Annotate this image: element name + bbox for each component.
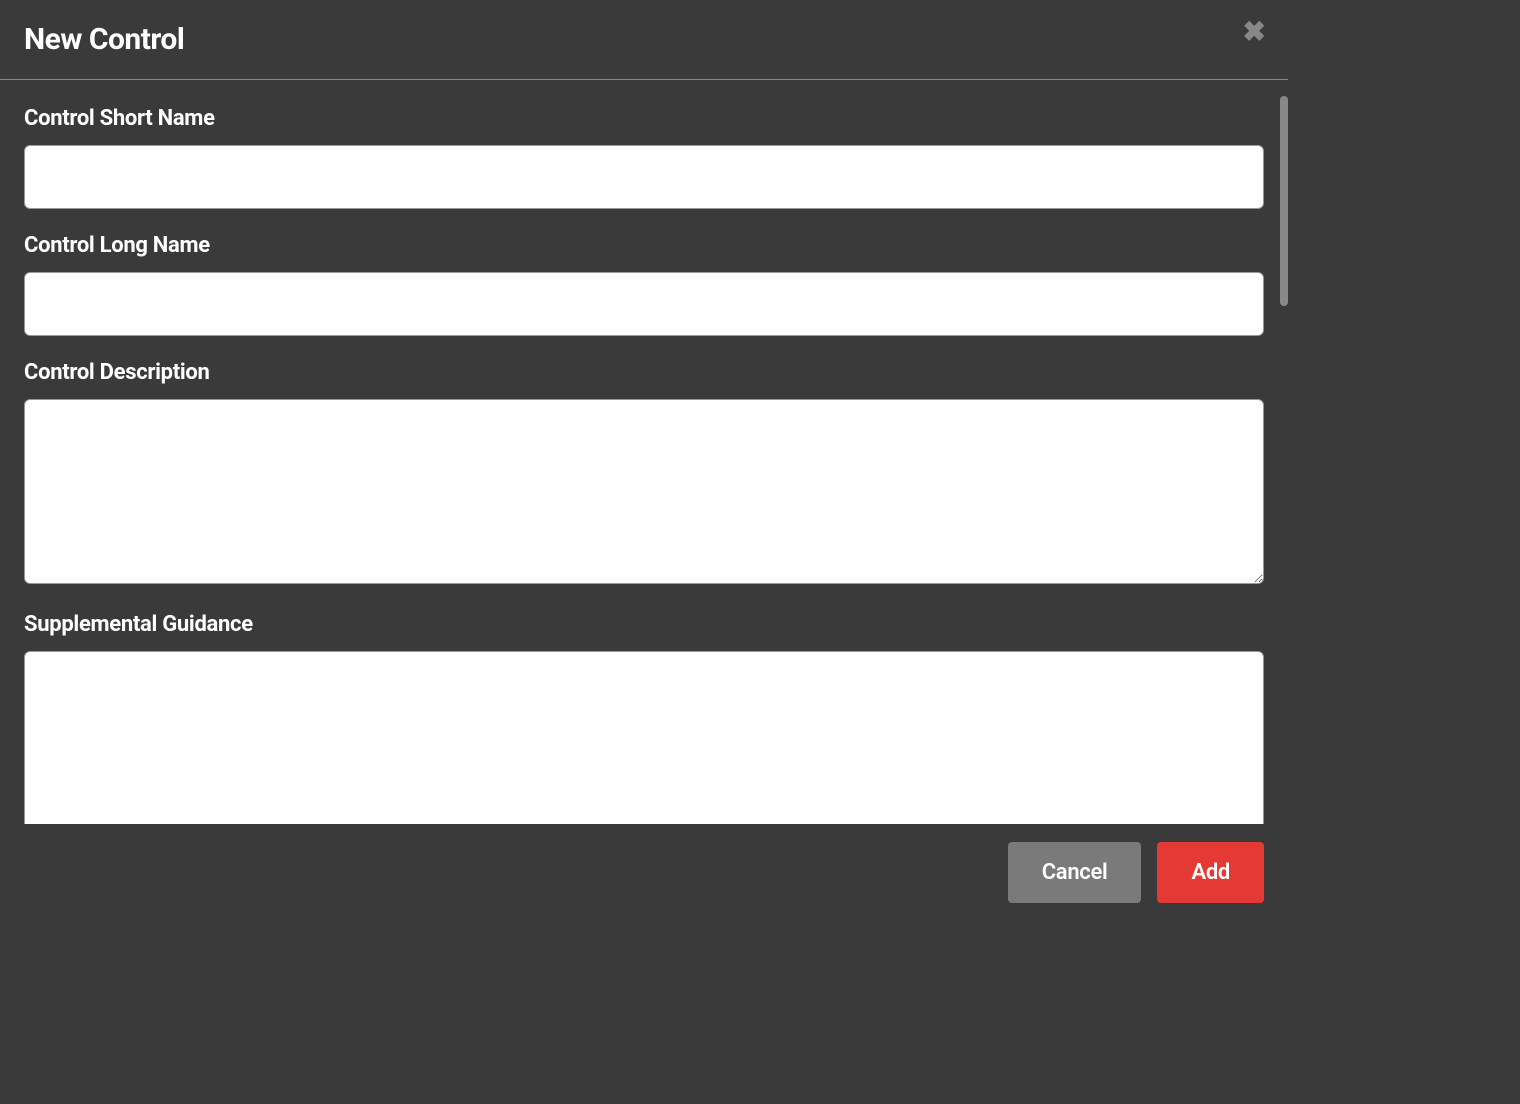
supplemental-textarea[interactable]: [24, 651, 1264, 824]
close-icon: ✖: [1243, 16, 1266, 47]
modal-body: Control Short Name Control Long Name Con…: [0, 80, 1288, 824]
modal-footer: Cancel Add: [0, 824, 1288, 921]
long-name-label: Control Long Name: [24, 233, 1264, 258]
close-button[interactable]: ✖: [1239, 14, 1270, 50]
modal-header: New Control ✖: [0, 0, 1288, 80]
short-name-input[interactable]: [24, 145, 1264, 209]
modal-body-viewport: Control Short Name Control Long Name Con…: [0, 80, 1288, 824]
form-group-short-name: Control Short Name: [24, 106, 1264, 209]
cancel-button[interactable]: Cancel: [1008, 842, 1142, 903]
description-label: Control Description: [24, 360, 1264, 385]
supplemental-label: Supplemental Guidance: [24, 612, 1264, 637]
long-name-input[interactable]: [24, 272, 1264, 336]
description-textarea[interactable]: [24, 399, 1264, 584]
short-name-label: Control Short Name: [24, 106, 1264, 131]
form-group-long-name: Control Long Name: [24, 233, 1264, 336]
add-button[interactable]: Add: [1157, 842, 1264, 903]
new-control-modal: New Control ✖ Control Short Name Control…: [0, 0, 1288, 936]
form-group-description: Control Description: [24, 360, 1264, 588]
modal-title: New Control: [24, 22, 184, 57]
form-group-supplemental: Supplemental Guidance: [24, 612, 1264, 824]
